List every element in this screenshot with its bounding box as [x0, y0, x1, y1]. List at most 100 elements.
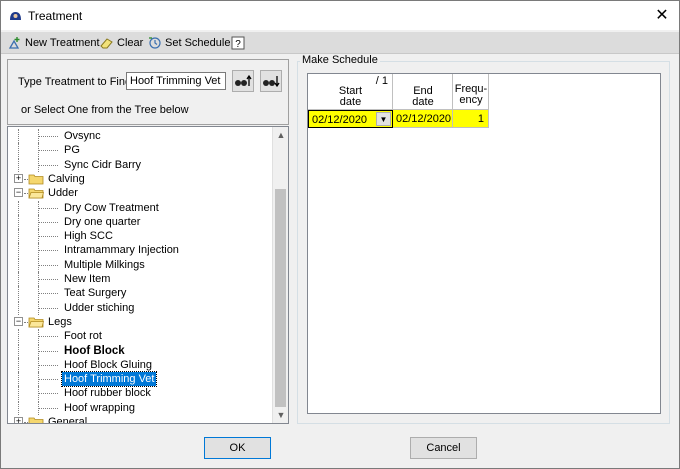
schedule-grid[interactable]: / 1 Start date End date Frequ- ency 02/1… — [307, 73, 661, 414]
tree-connector — [18, 143, 19, 158]
ok-button[interactable]: OK — [204, 437, 271, 459]
tree-connector — [18, 300, 19, 315]
binoculars-down-icon — [263, 76, 280, 88]
set-schedule-button[interactable]: Set Schedule — [147, 35, 230, 51]
tree-item[interactable]: Hoof Trimming Vet — [8, 371, 272, 388]
tree-item[interactable]: Foot rot — [8, 329, 272, 344]
tree-item[interactable]: Multiple Milkings — [8, 257, 272, 272]
start-date-cell[interactable]: 02/12/2020 ▼ — [308, 110, 393, 128]
find-label: Type Treatment to Find — [18, 76, 132, 88]
date-dropdown-button[interactable]: ▼ — [376, 112, 391, 126]
tree-item[interactable]: New Item — [8, 272, 272, 286]
tree-connector — [18, 386, 19, 401]
tree-connector — [18, 229, 19, 244]
tree-item-label: Udder — [48, 187, 78, 200]
collapse-icon[interactable]: − — [14, 316, 23, 326]
end-date-cell[interactable]: 02/12/2020 — [393, 110, 453, 128]
tree-item[interactable]: Hoof Block Gluing — [8, 357, 272, 372]
clear-button[interactable]: Clear — [99, 35, 143, 51]
tree-item[interactable]: Hoof rubber block — [8, 386, 272, 401]
expand-icon[interactable]: + — [14, 417, 23, 423]
tree-connector — [38, 250, 58, 252]
start-date-header-label: Start date — [338, 85, 363, 108]
tree-item[interactable]: − Legs — [8, 315, 272, 329]
binoculars-up-icon — [235, 74, 252, 86]
help-icon: ? — [231, 36, 245, 50]
tree-item[interactable]: + General — [8, 415, 272, 424]
tree-connector — [38, 136, 58, 137]
frequency-cell[interactable]: 1 — [453, 110, 489, 128]
collapse-icon[interactable]: − — [14, 188, 23, 198]
tree-item-label: Dry one quarter — [64, 215, 141, 228]
tree-connector — [18, 400, 19, 415]
tree-item-label: Ovsync — [64, 130, 101, 142]
tree-item-label: Teat Surgery — [64, 287, 127, 300]
tree-item[interactable]: Teat Surgery — [8, 286, 272, 301]
tree-item[interactable]: Ovsync — [8, 129, 272, 143]
tree-item[interactable]: Intramammary Injection — [8, 243, 272, 258]
scroll-up-icon[interactable]: ▲ — [273, 127, 288, 143]
tree-connector — [18, 214, 19, 229]
tree-item[interactable]: Dry one quarter — [8, 214, 272, 229]
find-next-button[interactable] — [260, 70, 282, 92]
end-date-header: End date — [393, 74, 453, 110]
tree-connector — [18, 329, 19, 344]
tree-connector — [38, 279, 58, 280]
find-input[interactable] — [126, 72, 226, 90]
tree-connector — [18, 286, 19, 301]
tree-connector — [38, 350, 58, 352]
folder-icon — [28, 188, 44, 199]
tree-connector — [38, 293, 58, 295]
tree-item-label: General — [48, 416, 88, 424]
cancel-button[interactable]: Cancel — [410, 437, 477, 459]
tree-item[interactable]: PG — [8, 143, 272, 158]
scroll-down-icon[interactable]: ▼ — [273, 407, 288, 423]
start-date-value: 02/12/2020 — [312, 114, 368, 126]
new-treatment-label: New Treatment — [25, 37, 100, 49]
close-button[interactable]: ✕ — [645, 1, 679, 30]
tree-item[interactable]: Dry Cow Treatment — [8, 200, 272, 215]
tree-scrollbar[interactable]: ▲ ▼ — [272, 127, 288, 423]
title-bar: Treatment ✕ — [1, 1, 679, 30]
tree-item[interactable]: Hoof wrapping — [8, 400, 272, 415]
tree-connector — [38, 407, 58, 409]
tree-connector — [38, 164, 58, 166]
schedule-icon — [149, 37, 161, 49]
tree-connector — [38, 307, 58, 309]
find-panel: Type Treatment to Find or Select One fro… — [7, 59, 289, 125]
scroll-thumb[interactable] — [275, 189, 286, 407]
tree-item[interactable]: Sync Cidr Barry — [8, 157, 272, 172]
tree-item[interactable]: High SCC — [8, 229, 272, 244]
tree-item-label: Legs — [48, 315, 72, 328]
tree-item[interactable]: Hoof Block — [8, 343, 272, 358]
treatment-tree[interactable]: + General Hoof wrapping Hoof rubber block Ho… — [7, 126, 289, 424]
tree-connector — [38, 221, 58, 223]
end-date-value: 02/12/2020 — [396, 113, 452, 125]
tree-item-label: Dry Cow Treatment — [64, 201, 159, 214]
close-icon: ✕ — [655, 7, 669, 24]
tree-connector — [38, 393, 58, 395]
help-button[interactable]: ? — [231, 35, 247, 51]
tree-connector — [18, 257, 19, 272]
tree-item-label: Calving — [48, 172, 85, 185]
svg-text:?: ? — [235, 39, 241, 50]
tree-item-label: Hoof rubber block — [64, 387, 151, 400]
tree-item-label: Hoof Block Gluing — [64, 358, 153, 371]
tree-item[interactable]: Udder stiching — [8, 300, 272, 315]
tree-connector — [38, 207, 58, 209]
tree-item-label: Hoof wrapping — [64, 401, 135, 414]
tree-item-label: Intramammary Injection — [64, 244, 179, 257]
new-treatment-icon — [8, 37, 20, 49]
set-schedule-label: Set Schedule — [165, 37, 231, 49]
frequency-header: Frequ- ency — [453, 74, 489, 110]
eraser-icon — [100, 38, 113, 49]
chevron-down-icon: ▼ — [379, 115, 388, 124]
find-previous-button[interactable] — [232, 70, 254, 92]
tree-item[interactable]: − Udder — [8, 186, 272, 200]
tree-connector — [18, 272, 19, 286]
tree-connector — [18, 200, 19, 215]
new-treatment-button[interactable]: New Treatment — [7, 35, 100, 51]
tree-item[interactable]: + Calving — [8, 172, 272, 186]
tree-item-label: PG — [64, 144, 80, 157]
expand-icon[interactable]: + — [14, 173, 23, 183]
